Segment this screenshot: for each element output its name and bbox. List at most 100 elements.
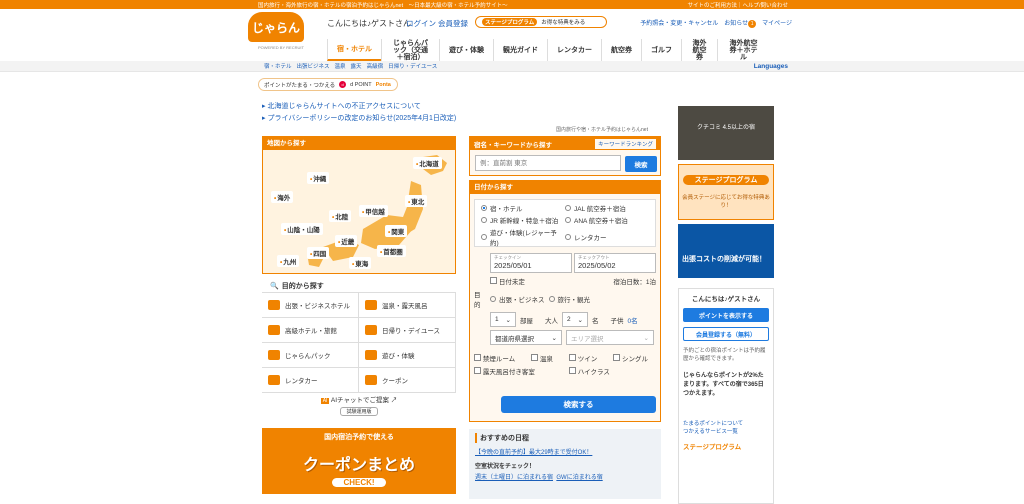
tab-package[interactable]: じゃらんパック（交通＋宿泊） [381, 39, 439, 61]
keyword-search-button[interactable]: 検索 [625, 156, 657, 172]
notice-list: 北海道じゃらんサイトへの不正アクセスについて プライバシーポリシーの改定のお知ら… [262, 101, 456, 125]
services-link[interactable]: つかえるサービス一覧 [683, 429, 738, 435]
region-tohoku[interactable]: 東北 [405, 195, 428, 207]
adults-select[interactable]: 2 ⌄ [562, 312, 588, 327]
languages-menu[interactable]: Languages [754, 63, 788, 70]
prefecture-select[interactable]: 都道府県選択 ⌄ [490, 330, 562, 345]
cond-highclass[interactable]: ハイクラス [568, 366, 656, 376]
tab-intl-package[interactable]: 海外航空券＋ホテル [717, 39, 769, 61]
checkin-field[interactable]: チェックイン 2025/05/01 [490, 253, 572, 273]
region-koshinetsu[interactable]: 甲信越 [359, 205, 388, 217]
purpose-coupon[interactable]: クーポン [359, 368, 456, 393]
notice-link-hokkaido[interactable]: 北海道じゃらんサイトへの不正アクセスについて [267, 103, 420, 110]
purpose-dayuse[interactable]: 日帰り・デイユース [359, 318, 456, 343]
purpose-business-radio[interactable]: 出張・ビジネス [490, 294, 545, 304]
mypage-link[interactable]: マイページ [762, 18, 792, 28]
conditions: 禁煙ルーム 温泉 ツイン シングル 露天風呂付き客室 ハイクラス [474, 353, 656, 376]
type-activities[interactable]: 遊び・体験(レジャー予約) [481, 227, 565, 247]
rooms-select[interactable]: 1 ⌄ [490, 312, 516, 327]
tab-hotel[interactable]: 宿・ホテル [327, 39, 381, 61]
region-kyushu[interactable]: 九州 [277, 255, 300, 267]
cond-private-bath[interactable]: 露天風呂付き客室 [474, 366, 561, 376]
radio [481, 217, 487, 223]
tab-activities[interactable]: 遊び・体験 [439, 39, 493, 61]
top-banner: 国内旅行・海外旅行の宿・ホテルの宿泊予約はじゃらんnet ～日本最大級の宿・ホテ… [0, 0, 1024, 9]
keyword-input[interactable] [475, 155, 621, 171]
checkin-value: 2025/05/01 [494, 261, 532, 270]
purpose-onsen[interactable]: 温泉・露天風呂 [359, 293, 456, 318]
region-kanto[interactable]: 関東 [385, 225, 408, 237]
checkbox [531, 354, 539, 361]
region-shikoku[interactable]: 四国 [307, 247, 330, 259]
ai-chat[interactable]: AI AIチャットでご提案 ↗ 試験運用版 [262, 394, 456, 416]
tab-golf[interactable]: ゴルフ [641, 39, 681, 61]
checkout-value: 2025/05/02 [578, 261, 616, 270]
login-link[interactable]: ログイン [406, 18, 436, 29]
type-jr[interactable]: JR 新幹線・特急＋宿泊 [481, 215, 565, 225]
purpose-luxury[interactable]: 高級ホテル・旅館 [262, 318, 359, 343]
jalan-logo[interactable]: じゃらん [248, 12, 304, 42]
purpose-travel-radio[interactable]: 旅行・観光 [548, 294, 590, 304]
cond-twin[interactable]: ツイン [568, 353, 605, 363]
type-ana[interactable]: ANA 航空券＋宿泊 [565, 215, 649, 225]
tab-flights[interactable]: 航空券 [601, 39, 641, 61]
subnav-business[interactable]: 出張ビジネス [297, 62, 330, 70]
utility-links: 予約照会・変更・キャンセル お知らせ 1 マイページ [640, 18, 792, 28]
subnav-hotel[interactable]: 宿・ホテル [264, 62, 292, 70]
purpose-business[interactable]: 出張・ビジネスホテル [262, 293, 359, 318]
ad-kuchikomi[interactable]: クチコミ 4.5以上の宿 [678, 106, 774, 160]
coupon-banner[interactable]: 国内宿泊予約で使える クーポンまとめ CHECK! [262, 428, 456, 494]
purpose-title: 目的から探す [281, 283, 324, 290]
region-overseas[interactable]: 海外 [271, 191, 294, 203]
guest-stage[interactable]: ステージプログラム [683, 441, 769, 451]
member-register-button[interactable]: 会員登録する（無料） [683, 327, 769, 341]
notice-link[interactable]: お知らせ 1 [724, 18, 757, 28]
coupon-icon [365, 375, 377, 385]
ad-business[interactable]: 出張コストの削減が可能！ [678, 224, 774, 278]
region-hokuriku[interactable]: 北陸 [329, 210, 352, 222]
keyword-ranking-link[interactable]: キーワードランキング [595, 138, 656, 149]
type-rentacar[interactable]: レンタカー [565, 227, 649, 247]
region-shutoken[interactable]: 首都圏 [377, 245, 406, 257]
subnav-rotenburo[interactable]: 露天 [351, 62, 362, 70]
ad-stage-program[interactable]: ステージプログラム 会員ステージに応じてお得な特典あり！ [678, 164, 774, 220]
ai-chat-row: AI AIチャットでご提案 ↗ [262, 394, 456, 404]
region-kinki[interactable]: 近畿 [335, 235, 358, 247]
recommend-title: おすすめの日程 [475, 433, 655, 443]
reservation-link[interactable]: 予約照会・変更・キャンセル [640, 18, 718, 28]
recommend-link-tonight[interactable]: 【今晩の直前予約】最大29時まで受付OK！ [475, 450, 592, 456]
recommend-link-weekend[interactable]: 週末（土曜日）に泊まれる宿 [475, 475, 553, 481]
type-jal[interactable]: JAL 航空券＋宿泊 [565, 203, 649, 213]
help-links[interactable]: サイトのご利用方法｜ヘルプ/問い合わせ [687, 1, 788, 9]
tab-intl-flights[interactable]: 海外航空券 [681, 39, 717, 61]
subnav-dayuse[interactable]: 日帰り・デイユース [388, 62, 437, 70]
children-count-link[interactable]: 0名 [628, 315, 638, 325]
region-okinawa[interactable]: 沖縄 [307, 172, 330, 184]
purpose-package[interactable]: じゃらんパック [262, 343, 359, 368]
cond-onsen[interactable]: 温泉 [531, 353, 561, 363]
purpose-label: 温泉・露天風呂 [382, 303, 428, 310]
region-tokai[interactable]: 東海 [349, 257, 372, 269]
purpose-rentacar[interactable]: レンタカー [262, 368, 359, 393]
area-select[interactable]: エリア選択 ⌄ [566, 330, 654, 345]
register-link[interactable]: 会員登録 [438, 18, 468, 29]
notice-link-privacy[interactable]: プライバシーポリシーの改定のお知らせ(2025年4月1日改定) [267, 115, 456, 122]
cond-nonsmoking[interactable]: 禁煙ルーム [474, 353, 523, 363]
region-hokkaido[interactable]: 北海道 [413, 157, 442, 169]
region-sanin-sanyo[interactable]: 山陰・山陽 [281, 223, 323, 235]
tab-guide[interactable]: 観光ガイド [493, 39, 547, 61]
tab-rentacar[interactable]: レンタカー [547, 39, 601, 61]
type-hotel[interactable]: 宿・ホテル [481, 203, 565, 213]
subnav-onsen[interactable]: 温泉 [335, 62, 346, 70]
purpose-title-row: 🔍 目的から探す [262, 280, 456, 292]
purpose-activities[interactable]: 遊び・体験 [359, 343, 456, 368]
show-points-button[interactable]: ポイントを表示する [683, 308, 769, 322]
search-button[interactable]: 検索する [501, 396, 656, 413]
date-undecided[interactable]: 日付未定 [490, 276, 525, 286]
recommend-link-gw[interactable]: GWに泊まれる宿 [556, 475, 602, 481]
cond-single[interactable]: シングル [613, 353, 656, 363]
points-bar[interactable]: ポイントがたまる・つかえる d d POINT Ponta [258, 78, 398, 91]
checkout-field[interactable]: チェックアウト 2025/05/02 [574, 253, 656, 273]
stage-program-button[interactable]: ステージプログラム お得な特典をみる [475, 16, 607, 28]
subnav-luxury[interactable]: 高級宿 [367, 62, 384, 70]
